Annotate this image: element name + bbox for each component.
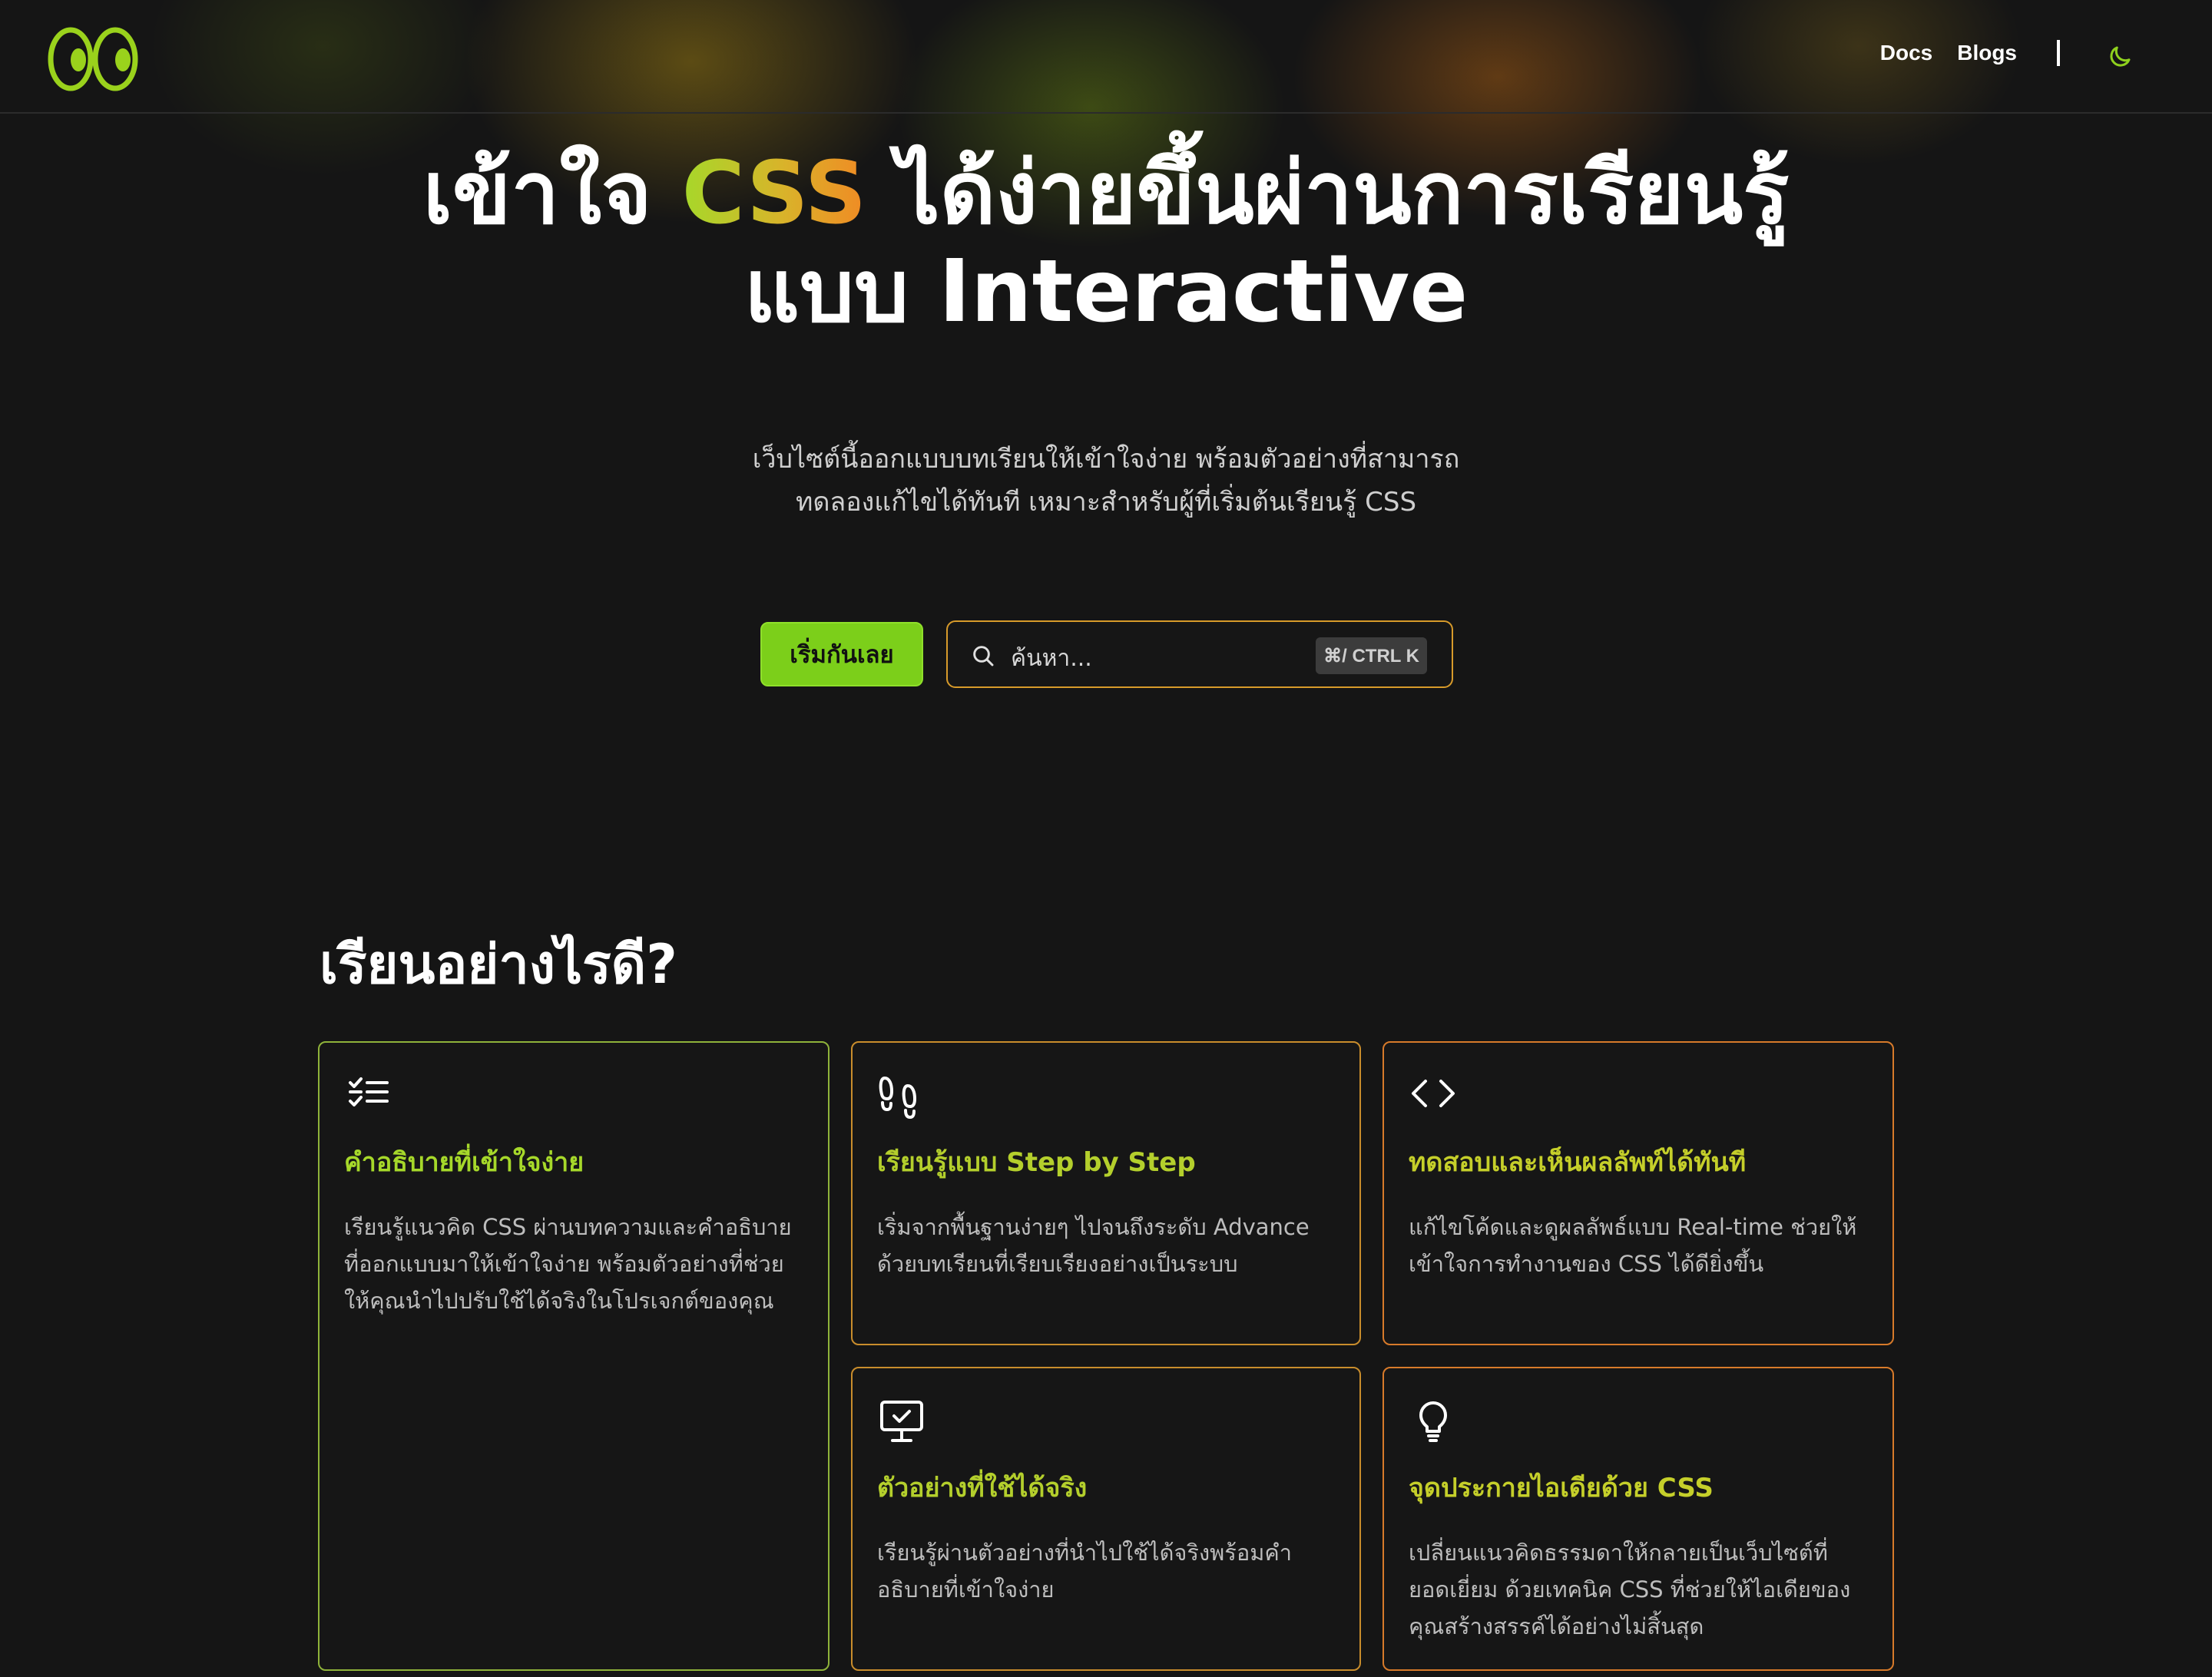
section-title: เรียนอย่างไรดี? [320,933,677,996]
lightbulb-icon [1419,1401,1447,1442]
feature-card-title: เรียนรู้แบบ Step by Step [877,1147,1196,1178]
hero-title-line2: แบบ Interactive [743,242,1469,342]
feature-card-description: เริ่มจากพื้นฐานง่ายๆ ไปจนถึงระดับ Advanc… [877,1214,1310,1277]
feature-card-easy-explanation: คำอธิบายที่เข้าใจง่าย เรียนรู้แนวคิด CSS… [318,1041,830,1671]
feature-card-real-examples: ตัวอย่างที่ใช้ได้จริง เรียนรู้ผ่านตัวอย่… [851,1367,1361,1671]
search-shortcut-badge: ⌘/ CTRL K [1316,637,1427,674]
hero-subtitle-line2: ทดลองแก้ไขได้ทันที เหมาะสำหรับผู้ที่เริ่… [795,487,1417,518]
hero-subtitle: เว็บไซต์นี้ออกแบบบทเรียนให้เข้าใจง่าย พร… [0,438,2212,524]
moon-icon[interactable] [2106,43,2134,71]
main-nav: Docs Blogs [1856,40,2060,66]
search-placeholder: ค้นหา... [1011,645,1092,672]
hero-title-part1: เข้าใจ [422,144,682,243]
search-icon [973,646,994,666]
feature-card-css-ideas: จุดประกายไอเดียด้วย CSS เปลี่ยนแนวคิดธรร… [1382,1367,1894,1671]
feature-card-title: ตัวอย่างที่ใช้ได้จริง [877,1473,1088,1503]
hero-subtitle-line1: เว็บไซต์นี้ออกแบบบทเรียนให้เข้าใจง่าย พร… [752,444,1460,475]
code-brackets-icon [1412,1080,1455,1107]
feature-card-instant-results: ทดสอบและเห็นผลลัพท์ได้ทันที แก้ไขโค้ดและ… [1382,1041,1894,1345]
feature-card-description: เปลี่ยนแนวคิดธรรมดาให้กลายเป็นเว็บไซต์ที… [1409,1540,1851,1639]
feature-card-title: ทดสอบและเห็นผลลัพท์ได้ทันที [1409,1147,1747,1178]
feature-card-step-by-step: เรียนรู้แบบ Step by Step เริ่มจากพื้นฐาน… [851,1041,1361,1345]
hero-title: เข้าใจ CSS ได้ง่ายขึ้นผ่านการเรียนรู้ แบ… [0,144,2212,341]
feature-card-description: เรียนรู้ผ่านตัวอย่างที่นำไปใช้ได้จริงพร้… [877,1540,1293,1603]
hero-title-part2: ได้ง่ายขึ้นผ่านการเรียนรู้ [866,144,1790,243]
feature-card-title: คำอธิบายที่เข้าใจง่าย [344,1147,584,1178]
nav-divider [2057,40,2060,66]
get-started-button[interactable]: เริ่มกันเลย [760,622,923,686]
search-box[interactable]: ค้นหา... ⌘/ CTRL K [946,620,1453,688]
nav-blogs[interactable]: Blogs [1957,41,2017,65]
eyes-logo[interactable] [48,26,138,92]
feature-card-title: จุดประกายไอเดียด้วย CSS [1409,1473,1714,1503]
footprints-icon [879,1077,916,1119]
feature-card-description: แก้ไขโค้ดและดูผลลัพธ์แบบ Real-time ช่วยใ… [1409,1214,1857,1277]
checklist-icon [349,1077,389,1106]
feature-card-description: เรียนรู้แนวคิด CSS ผ่านบทความและคำอธิบาย… [344,1214,792,1314]
monitor-check-icon [880,1401,923,1442]
nav-docs[interactable]: Docs [1880,41,1932,65]
hero-title-css: CSS [681,144,867,243]
top-header: Docs Blogs [0,0,2212,114]
